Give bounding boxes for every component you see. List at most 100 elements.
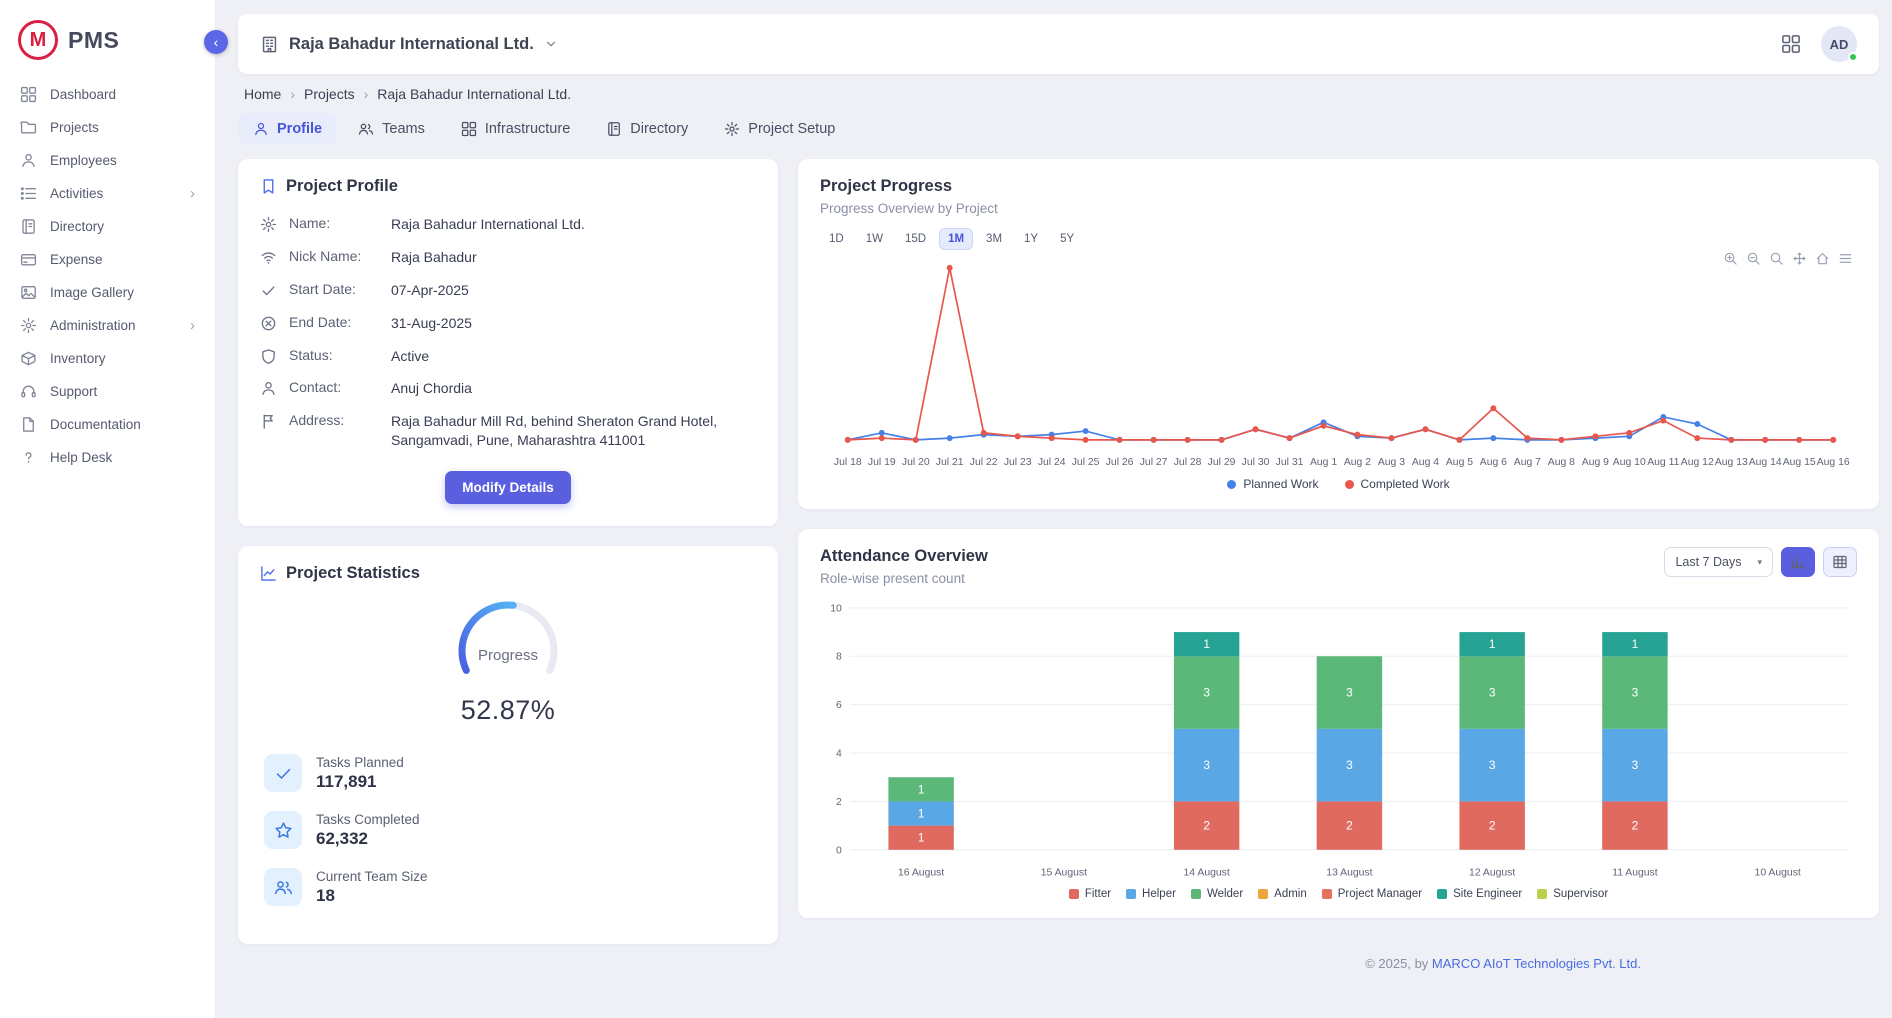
profile-field: Start Date:07-Apr-2025 xyxy=(260,274,756,307)
legend-swatch xyxy=(1537,889,1547,899)
stat-item: Tasks Completed62,332 xyxy=(264,811,752,849)
svg-text:11 August: 11 August xyxy=(1612,868,1658,879)
svg-text:3: 3 xyxy=(1489,686,1496,700)
tab-teams[interactable]: Teams xyxy=(343,113,440,145)
svg-text:3: 3 xyxy=(1346,758,1353,772)
book-icon xyxy=(606,121,622,137)
pan-icon[interactable] xyxy=(1792,251,1807,266)
sidebar-item-expense[interactable]: Expense xyxy=(0,243,215,276)
attendance-bar-chart[interactable]: 024681011116 August15 August233114 Augus… xyxy=(820,596,1857,885)
chevron-right-icon: › xyxy=(281,86,304,102)
footer-link[interactable]: MARCO AIoT Technologies Pvt. Ltd. xyxy=(1432,956,1641,971)
svg-text:Aug 9: Aug 9 xyxy=(1582,457,1609,468)
user-avatar[interactable]: AD xyxy=(1821,26,1857,62)
sidebar-item-label: Expense xyxy=(50,252,103,267)
sidebar-item-inventory[interactable]: Inventory xyxy=(0,342,215,375)
signal-icon xyxy=(260,249,277,266)
svg-text:1: 1 xyxy=(918,831,925,845)
gauge-label: Progress xyxy=(433,647,583,664)
app-logo[interactable]: M PMS xyxy=(0,10,215,76)
sidebar-item-image-gallery[interactable]: Image Gallery xyxy=(0,276,215,309)
legend-item[interactable]: Welder xyxy=(1191,888,1243,900)
sidebar-item-label: Projects xyxy=(50,120,99,135)
sidebar-menu: Dashboard Projects EmployeesActivities›Dir… xyxy=(0,76,215,476)
tab-profile[interactable]: Profile xyxy=(238,113,337,145)
date-range-select[interactable]: Last 7 Days ▾ xyxy=(1664,547,1773,577)
svg-text:Jul 30: Jul 30 xyxy=(1242,457,1270,468)
legend-swatch xyxy=(1437,889,1447,899)
profile-field: Status:Active xyxy=(260,340,756,373)
attendance-controls: Last 7 Days ▾ xyxy=(1664,547,1857,577)
svg-text:2: 2 xyxy=(1489,819,1496,833)
range-button-1M[interactable]: 1M xyxy=(939,228,973,250)
flag-icon xyxy=(260,413,277,430)
menu-icon[interactable] xyxy=(1838,251,1853,266)
tab-label: Project Setup xyxy=(748,121,835,137)
legend-swatch xyxy=(1191,889,1201,899)
sidebar-item-documentation[interactable]: Documentation xyxy=(0,408,215,441)
sidebar-item-label: Image Gallery xyxy=(50,285,134,300)
documentation-icon xyxy=(20,416,37,433)
tab-label: Directory xyxy=(630,121,688,137)
apps-grid-icon[interactable] xyxy=(1781,34,1801,54)
search-icon[interactable] xyxy=(1769,251,1784,266)
svg-text:4: 4 xyxy=(836,749,842,760)
sidebar-item-employees[interactable]: Employees xyxy=(0,144,215,177)
legend-item[interactable]: Helper xyxy=(1126,888,1176,900)
sidebar-item-support[interactable]: Support xyxy=(0,375,215,408)
chevron-down-icon xyxy=(544,37,558,51)
home-icon[interactable] xyxy=(1815,251,1830,266)
progress-gauge: Progress xyxy=(433,595,583,691)
sidebar-item-label: Documentation xyxy=(50,417,141,432)
legend-item[interactable]: Completed Work xyxy=(1345,477,1450,491)
company-selector[interactable]: Raja Bahadur International Ltd. xyxy=(260,35,558,54)
legend-item[interactable]: Planned Work xyxy=(1227,477,1318,491)
legend-item[interactable]: Site Engineer xyxy=(1437,888,1522,900)
grid-icon xyxy=(461,121,477,137)
breadcrumb-item[interactable]: Home xyxy=(244,86,281,102)
sidebar-item-label: Support xyxy=(50,384,97,399)
sidebar-item-administration[interactable]: Administration› xyxy=(0,309,215,342)
legend-item[interactable]: Fitter xyxy=(1069,888,1111,900)
range-button-1D[interactable]: 1D xyxy=(820,228,853,250)
sidebar-item-dashboard[interactable]: Dashboard xyxy=(0,78,215,111)
field-label: Address: xyxy=(289,412,379,428)
legend-item[interactable]: Admin xyxy=(1258,888,1307,900)
tab-infrastructure[interactable]: Infrastructure xyxy=(446,113,585,145)
zoom-in-icon[interactable] xyxy=(1723,251,1738,266)
svg-text:12 August: 12 August xyxy=(1469,868,1515,879)
svg-text:Jul 20: Jul 20 xyxy=(902,457,930,468)
svg-text:Aug 10: Aug 10 xyxy=(1613,457,1646,468)
table-view-toggle[interactable] xyxy=(1823,547,1857,577)
sidebar-item-help-desk[interactable]: Help Desk xyxy=(0,441,215,474)
sidebar-item-projects[interactable]: Projects xyxy=(0,111,215,144)
range-button-15D[interactable]: 15D xyxy=(896,228,935,250)
svg-text:Jul 23: Jul 23 xyxy=(1004,457,1032,468)
sidebar-item-activities[interactable]: Activities› xyxy=(0,177,215,210)
project-profile-card: Project Profile Name:Raja Bahadur Intern… xyxy=(238,159,778,526)
breadcrumb-item[interactable]: Projects xyxy=(304,86,355,102)
progress-line-chart[interactable]: Jul 18Jul 19Jul 20Jul 21Jul 22Jul 23Jul … xyxy=(820,254,1857,477)
tabs: Profile TeamsInfrastructure Directory Proje… xyxy=(238,113,1879,145)
legend-item[interactable]: Supervisor xyxy=(1537,888,1608,900)
card-header: Project Profile xyxy=(260,177,756,196)
sidebar-collapse-button[interactable]: ‹ xyxy=(204,30,228,54)
building-icon xyxy=(260,35,279,54)
bar-chart-icon xyxy=(1790,554,1807,571)
sidebar-item-label: Activities xyxy=(50,186,103,201)
range-button-5Y[interactable]: 5Y xyxy=(1051,228,1083,250)
tab-label: Profile xyxy=(277,121,322,137)
modify-details-button[interactable]: Modify Details xyxy=(445,471,571,504)
legend-item[interactable]: Project Manager xyxy=(1322,888,1422,900)
svg-text:Aug 6: Aug 6 xyxy=(1480,457,1507,468)
zoom-out-icon[interactable] xyxy=(1746,251,1761,266)
field-label: Nick Name: xyxy=(289,248,379,264)
range-button-3M[interactable]: 3M xyxy=(977,228,1011,250)
range-button-1W[interactable]: 1W xyxy=(857,228,892,250)
sidebar-item-directory[interactable]: Directory xyxy=(0,210,215,243)
chart-view-toggle[interactable] xyxy=(1781,547,1815,577)
topbar-right: AD xyxy=(1781,26,1857,62)
tab-project-setup[interactable]: Project Setup xyxy=(709,113,850,145)
tab-directory[interactable]: Directory xyxy=(591,113,703,145)
range-button-1Y[interactable]: 1Y xyxy=(1015,228,1047,250)
